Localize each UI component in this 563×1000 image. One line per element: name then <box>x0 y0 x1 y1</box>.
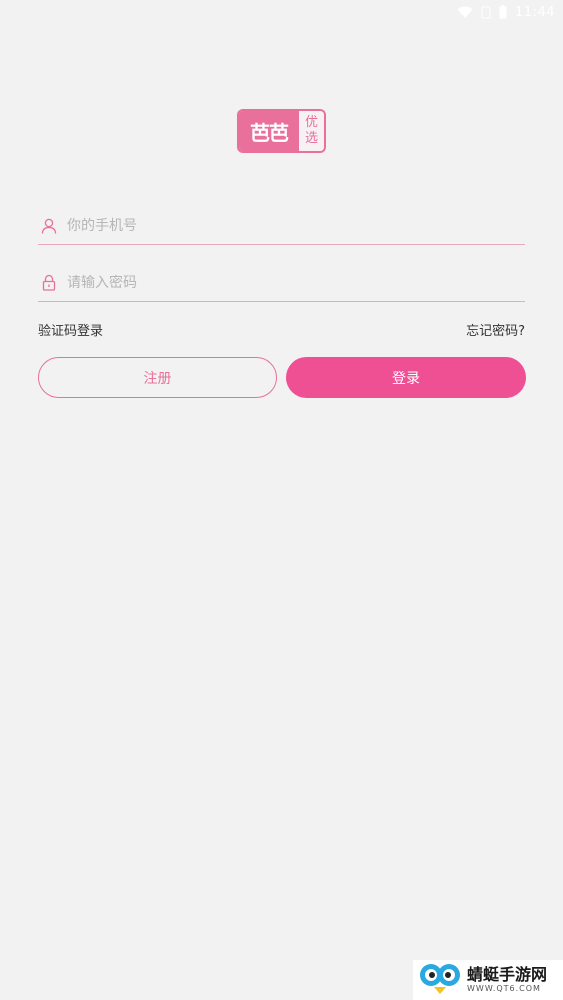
password-field <box>38 264 525 302</box>
sms-login-link[interactable]: 验证码登录 <box>38 320 103 339</box>
logo-side-line2: 选 <box>304 131 318 146</box>
no-sim-icon <box>481 6 491 19</box>
battery-icon <box>499 5 507 19</box>
watermark-url: WWW.QT6.COM <box>467 984 541 993</box>
login-screen: 11:44 芭芭 优 选 验证码登录 忘记密码? <box>0 0 563 1000</box>
watermark: 蜻蜓手游网 WWW.QT6.COM <box>413 960 563 1000</box>
register-button[interactable]: 注册 <box>38 357 277 398</box>
watermark-title: 蜻蜓手游网 <box>467 965 548 984</box>
logo-side-line1: 优 <box>304 115 318 130</box>
status-time: 11:44 <box>515 4 555 20</box>
password-input[interactable] <box>67 264 525 301</box>
phone-input[interactable] <box>67 207 525 244</box>
logo-main-text: 芭芭 <box>239 111 299 151</box>
watermark-text: 蜻蜓手游网 WWW.QT6.COM <box>467 966 547 994</box>
forgot-password-link[interactable]: 忘记密码? <box>466 320 525 339</box>
phone-field <box>38 207 525 245</box>
dragonfly-logo-icon <box>417 961 463 999</box>
wifi-icon <box>457 6 473 19</box>
logo-side: 优 选 <box>299 111 324 151</box>
status-bar: 11:44 <box>457 0 555 24</box>
lock-icon <box>39 273 59 293</box>
login-button[interactable]: 登录 <box>286 357 526 398</box>
user-icon <box>39 216 59 236</box>
app-logo: 芭芭 优 选 <box>237 109 326 153</box>
